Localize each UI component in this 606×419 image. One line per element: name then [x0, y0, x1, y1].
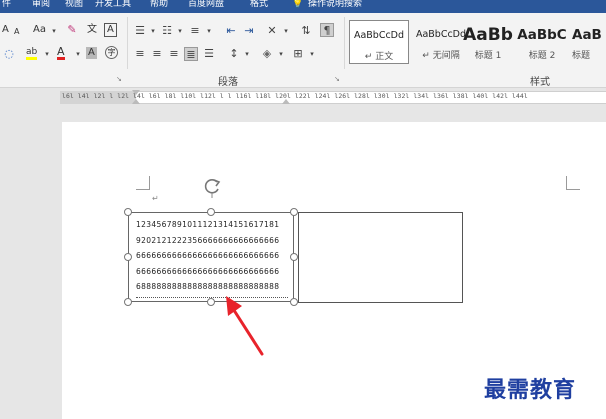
text-line: 6666666666666666666666666666	[136, 266, 280, 276]
resize-handle[interactable]	[124, 208, 132, 216]
chevron-down-icon[interactable]: ▾	[274, 47, 288, 61]
chevron-down-icon[interactable]: ▾	[279, 24, 293, 38]
char-shading-button[interactable]: A	[86, 47, 97, 59]
style-sample: AaBb	[463, 25, 513, 45]
justify-icon[interactable]: ≣	[184, 47, 198, 61]
lightbulb-icon: 💡	[292, 0, 304, 9]
chevron-down-icon[interactable]: ▾	[47, 24, 61, 38]
text-line: 9202121222356666666666666666	[136, 235, 280, 245]
menu-view[interactable]: 视图	[65, 0, 83, 9]
distributed-icon[interactable]: ☰	[202, 47, 216, 61]
styles-group-label: 样式	[530, 77, 550, 88]
clear-format-icon[interactable]: ✎	[65, 23, 79, 37]
style-heading-1[interactable]: AaBb 标题 1	[461, 20, 515, 64]
style-heading-2[interactable]: AaBbC 标题 2	[516, 20, 568, 64]
resize-handle[interactable]	[207, 208, 215, 216]
chevron-down-icon[interactable]: ▾	[71, 47, 85, 61]
menu-help[interactable]: 帮助	[150, 0, 168, 9]
resize-handle[interactable]	[290, 208, 298, 216]
align-center-icon[interactable]: ≡	[150, 47, 164, 61]
right-indent-marker[interactable]	[282, 99, 290, 104]
style-title[interactable]: AaB 标题	[572, 20, 606, 64]
text-box-linked[interactable]	[298, 212, 463, 303]
font-shrink-button[interactable]: A	[14, 26, 19, 38]
resize-handle[interactable]	[124, 253, 132, 261]
menu-file[interactable]: 件	[2, 0, 11, 9]
divider	[344, 17, 345, 69]
text-line: 1234567891011121314151617181	[136, 220, 280, 229]
decrease-indent-icon[interactable]: ⇤	[224, 24, 238, 38]
align-right-icon[interactable]: ≡	[167, 47, 181, 61]
line-spacing-icon[interactable]: ↕	[227, 47, 241, 61]
hanging-indent-marker[interactable]	[132, 99, 140, 104]
chevron-down-icon[interactable]: ▾	[305, 47, 319, 61]
rotate-handle-icon[interactable]	[202, 176, 222, 198]
change-case-button[interactable]: Aa	[33, 24, 46, 36]
margin-corner-mark	[136, 176, 150, 190]
menu-baidu-netdisk[interactable]: 百度网盘	[188, 0, 224, 9]
paragraph-group-label: 段落	[218, 77, 238, 88]
menu-bar: 件 审阅 视图 开发工具 帮助 百度网盘 格式 💡 操作说明搜索	[0, 0, 606, 13]
char-border-button[interactable]: A	[104, 23, 117, 37]
highlight-button[interactable]: ab	[26, 47, 38, 60]
text-box-content[interactable]: 1234567891011121314151617181 92021212223…	[136, 217, 290, 295]
multilevel-list-icon[interactable]: ≡	[188, 24, 202, 38]
style-name: 标题 2	[528, 51, 556, 61]
show-marks-icon[interactable]: ¶	[320, 23, 334, 37]
phonetic-guide-button[interactable]: 文	[87, 24, 97, 36]
chinese-layout-icon[interactable]: ✕	[265, 24, 279, 38]
resize-handle[interactable]	[124, 298, 132, 306]
font-grow-button[interactable]: A	[2, 24, 9, 36]
text-effects-icon[interactable]: ◌	[2, 47, 16, 61]
watermark-text: 最需教育	[484, 377, 577, 403]
horizontal-ruler[interactable]: l6l l4l l2l l l2l l4l l6l l8l l10l l12l …	[0, 89, 606, 106]
style-sample: AaBbC	[517, 27, 567, 43]
font-dialog-launcher-icon[interactable]: ↘	[116, 75, 122, 83]
chevron-down-icon[interactable]: ▾	[173, 24, 187, 38]
resize-handle[interactable]	[207, 298, 215, 306]
numbering-icon[interactable]: ☷	[160, 24, 174, 38]
paragraph-dialog-launcher-icon[interactable]: ↘	[334, 75, 340, 83]
style-name: 标题	[572, 51, 591, 61]
ribbon: A A Aa ▾ ✎ 文 A ◌ ab ▾ A ▾ A 字 ☰ ▾ ☷ ▾ ≡ …	[0, 13, 606, 88]
sort-icon[interactable]: ⇅	[299, 24, 313, 38]
style-name: 标题 1	[474, 51, 502, 61]
menu-format[interactable]: 格式	[250, 0, 268, 9]
text-line: 6666666666666666666666666666	[136, 251, 280, 260]
margin-corner-mark	[566, 176, 580, 190]
borders-icon[interactable]: ⊞	[291, 47, 305, 61]
paragraph-mark: ↵	[152, 194, 159, 203]
style-name: ↵ 正文	[364, 52, 394, 62]
bullets-icon[interactable]: ☰	[133, 24, 147, 38]
style-normal[interactable]: AaBbCcDd ↵ 正文	[349, 20, 409, 64]
divider	[127, 17, 128, 69]
style-sample: AaBbCcDd	[353, 30, 405, 41]
font-color-button[interactable]: A	[57, 46, 65, 60]
tell-me-search[interactable]: 操作说明搜索	[308, 0, 362, 9]
resize-handle[interactable]	[290, 298, 298, 306]
menu-developer[interactable]: 开发工具	[95, 0, 131, 9]
chevron-down-icon[interactable]: ▾	[146, 24, 160, 38]
align-left-icon[interactable]: ≡	[133, 47, 147, 61]
chevron-down-icon[interactable]: ▾	[240, 47, 254, 61]
chevron-down-icon[interactable]: ▾	[202, 24, 216, 38]
red-arrow-annotation	[226, 296, 264, 356]
resize-handle[interactable]	[290, 253, 298, 261]
style-sample: AaB	[572, 27, 602, 43]
enclose-char-button[interactable]: 字	[105, 46, 118, 59]
first-line-indent-marker[interactable]	[132, 90, 140, 95]
shading-icon[interactable]: ◈	[260, 47, 274, 61]
menu-review[interactable]: 审阅	[32, 0, 50, 9]
chevron-down-icon[interactable]: ▾	[40, 47, 54, 61]
increase-indent-icon[interactable]: ⇥	[242, 24, 256, 38]
